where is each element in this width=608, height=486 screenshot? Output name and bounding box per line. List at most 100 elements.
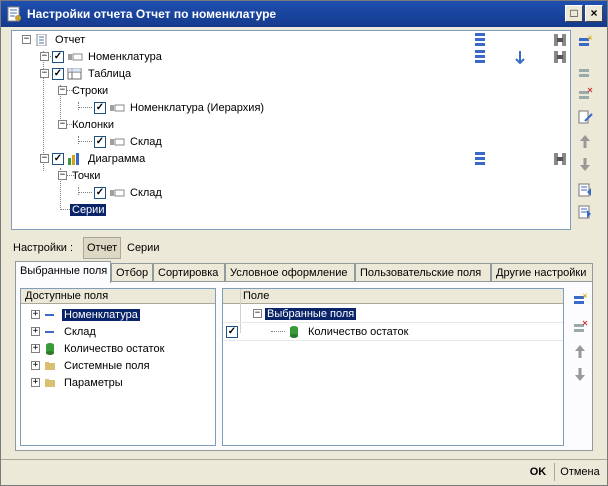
move-level-up-icon[interactable] — [577, 182, 593, 198]
appearance-indicator-icon[interactable] — [552, 32, 568, 48]
available-field-parameters[interactable]: + Параметры — [31, 374, 125, 391]
appearance-indicator-icon[interactable] — [552, 151, 568, 167]
fields-indicator-icon[interactable] — [472, 151, 488, 167]
expand-toggle[interactable]: + — [31, 310, 40, 319]
tree-node-label: Склад — [130, 186, 162, 199]
collapse-toggle[interactable]: − — [22, 35, 31, 44]
delete-icon[interactable] — [577, 87, 593, 103]
report-icon — [36, 33, 47, 46]
resource-icon — [46, 342, 54, 355]
field-label: Номенклатура — [61, 307, 141, 322]
available-field-warehouse[interactable]: + Склад — [31, 323, 98, 340]
field-label: Системные поля — [64, 359, 150, 372]
enable-checkbox[interactable]: ✓ — [52, 67, 64, 80]
grouping-icon — [110, 189, 125, 196]
move-level-down-icon[interactable] — [577, 204, 593, 220]
tree-node-label: Диаграмма — [88, 152, 146, 165]
move-field-down-icon[interactable] — [572, 366, 588, 382]
tree-connector — [60, 209, 70, 210]
enable-checkbox[interactable]: ✓ — [52, 152, 64, 165]
expand-toggle[interactable]: + — [31, 378, 40, 387]
tree-node-warehouse[interactable]: ✓ Склад — [94, 133, 164, 150]
collapse-toggle[interactable]: − — [40, 69, 49, 78]
settings-series-button[interactable]: Серии — [123, 237, 163, 259]
move-up-icon[interactable] — [577, 134, 593, 150]
expand-toggle[interactable]: + — [31, 327, 40, 336]
cancel-button[interactable]: Отмена — [557, 463, 603, 481]
grouping-icon — [110, 104, 125, 111]
collapse-toggle[interactable]: − — [58, 171, 67, 180]
enable-checkbox[interactable]: ✓ — [94, 186, 106, 199]
enable-checkbox[interactable]: ✓ — [94, 101, 106, 114]
dialog-footer — [1, 459, 607, 485]
tree-node-nomenclature[interactable]: − ✓ Номенклатура — [40, 48, 164, 65]
enable-checkbox[interactable]: ✓ — [94, 135, 106, 148]
tree-node-table[interactable]: − ✓ Таблица — [40, 65, 133, 82]
tree-node-report[interactable]: − Отчет — [22, 31, 87, 48]
collapse-toggle[interactable]: − — [40, 154, 49, 163]
tab-sorting[interactable]: Сортировка — [153, 263, 225, 282]
expand-toggle[interactable]: + — [31, 361, 40, 370]
add-node-icon[interactable] — [577, 65, 593, 81]
resource-icon — [290, 325, 298, 338]
selected-group-row[interactable]: − Выбранные поля — [253, 305, 358, 322]
tree-connector — [78, 192, 92, 193]
folder-icon — [45, 361, 55, 370]
appearance-indicator-icon[interactable] — [552, 49, 568, 65]
tree-connector — [78, 187, 79, 195]
field-label: Параметры — [64, 376, 123, 389]
enable-checkbox[interactable]: ✓ — [52, 50, 64, 63]
tree-connector — [78, 102, 79, 110]
selected-field-quantity[interactable]: Количество остаток — [287, 323, 410, 340]
collapse-toggle[interactable]: − — [253, 309, 262, 318]
tree-node-chart[interactable]: − ✓ Диаграмма — [40, 150, 147, 167]
selected-fields-list[interactable]: Поле − Выбранные поля ✓ Количество остат… — [222, 288, 564, 446]
close-button[interactable]: × — [585, 5, 603, 22]
tree-node-nomenclature-hierarchy[interactable]: ✓ Номенклатура (Иерархия) — [94, 99, 266, 116]
collapse-toggle[interactable]: − — [58, 120, 67, 129]
collapse-toggle[interactable]: − — [58, 86, 67, 95]
tree-node-label: Строки — [72, 84, 109, 97]
report-structure-tree[interactable]: − Отчет − ✓ Номенклатура − ✓ Таблица − С… — [11, 30, 571, 230]
tree-node-series[interactable]: Серии — [68, 201, 108, 218]
order-indicator-icon[interactable] — [512, 49, 528, 65]
delete-field-icon[interactable] — [572, 320, 588, 336]
tab-filter[interactable]: Отбор — [111, 263, 153, 282]
tree-node-label: Таблица — [88, 67, 132, 80]
tab-conditional-appearance[interactable]: Условное оформление — [225, 263, 355, 282]
fields-indicator-icon[interactable] — [472, 49, 488, 65]
tab-user-fields[interactable]: Пользовательские поля — [355, 263, 491, 282]
tree-node-label: Номенклатура (Иерархия) — [130, 101, 265, 114]
ok-button[interactable]: OK — [523, 463, 553, 481]
available-fields-header: Доступные поля — [21, 289, 215, 304]
settings-label: Настройки : — [13, 242, 74, 254]
available-field-system[interactable]: + Системные поля — [31, 357, 152, 374]
tab-selected-fields[interactable]: Выбранные поля — [15, 261, 111, 283]
maximize-button[interactable]: □ — [565, 5, 583, 22]
tree-node-points-warehouse[interactable]: ✓ Склад — [94, 184, 164, 201]
tree-node-columns[interactable]: − Колонки — [58, 116, 116, 133]
selected-fields-header: Поле — [223, 289, 563, 304]
move-field-up-icon[interactable] — [572, 344, 588, 360]
tree-connector — [78, 141, 92, 142]
tree-node-rows[interactable]: − Строки — [58, 82, 110, 99]
add-field-icon[interactable] — [572, 292, 588, 308]
tree-node-points[interactable]: − Точки — [58, 167, 102, 184]
settings-report-button[interactable]: Отчет — [83, 237, 122, 259]
add-grouping-icon[interactable] — [577, 34, 593, 50]
row-divider — [223, 340, 563, 341]
available-fields-list[interactable]: Доступные поля + Номенклатура + Склад + … — [20, 288, 216, 446]
available-field-nomenclature[interactable]: + Номенклатура — [31, 306, 141, 323]
collapse-toggle[interactable]: − — [40, 52, 49, 61]
move-down-icon[interactable] — [577, 156, 593, 172]
available-field-quantity[interactable]: + Количество остаток — [31, 340, 166, 357]
reference-field-icon — [45, 330, 54, 333]
selected-field-quantity-row[interactable]: ✓ — [226, 323, 241, 340]
use-checkbox[interactable]: ✓ — [226, 325, 238, 338]
tree-connector — [78, 136, 79, 144]
expand-toggle[interactable]: + — [31, 344, 40, 353]
tree-node-label: Отчет — [55, 33, 86, 46]
edit-icon[interactable] — [577, 109, 593, 125]
fields-indicator-icon[interactable] — [472, 32, 488, 48]
tab-other-settings[interactable]: Другие настройки — [491, 263, 593, 282]
